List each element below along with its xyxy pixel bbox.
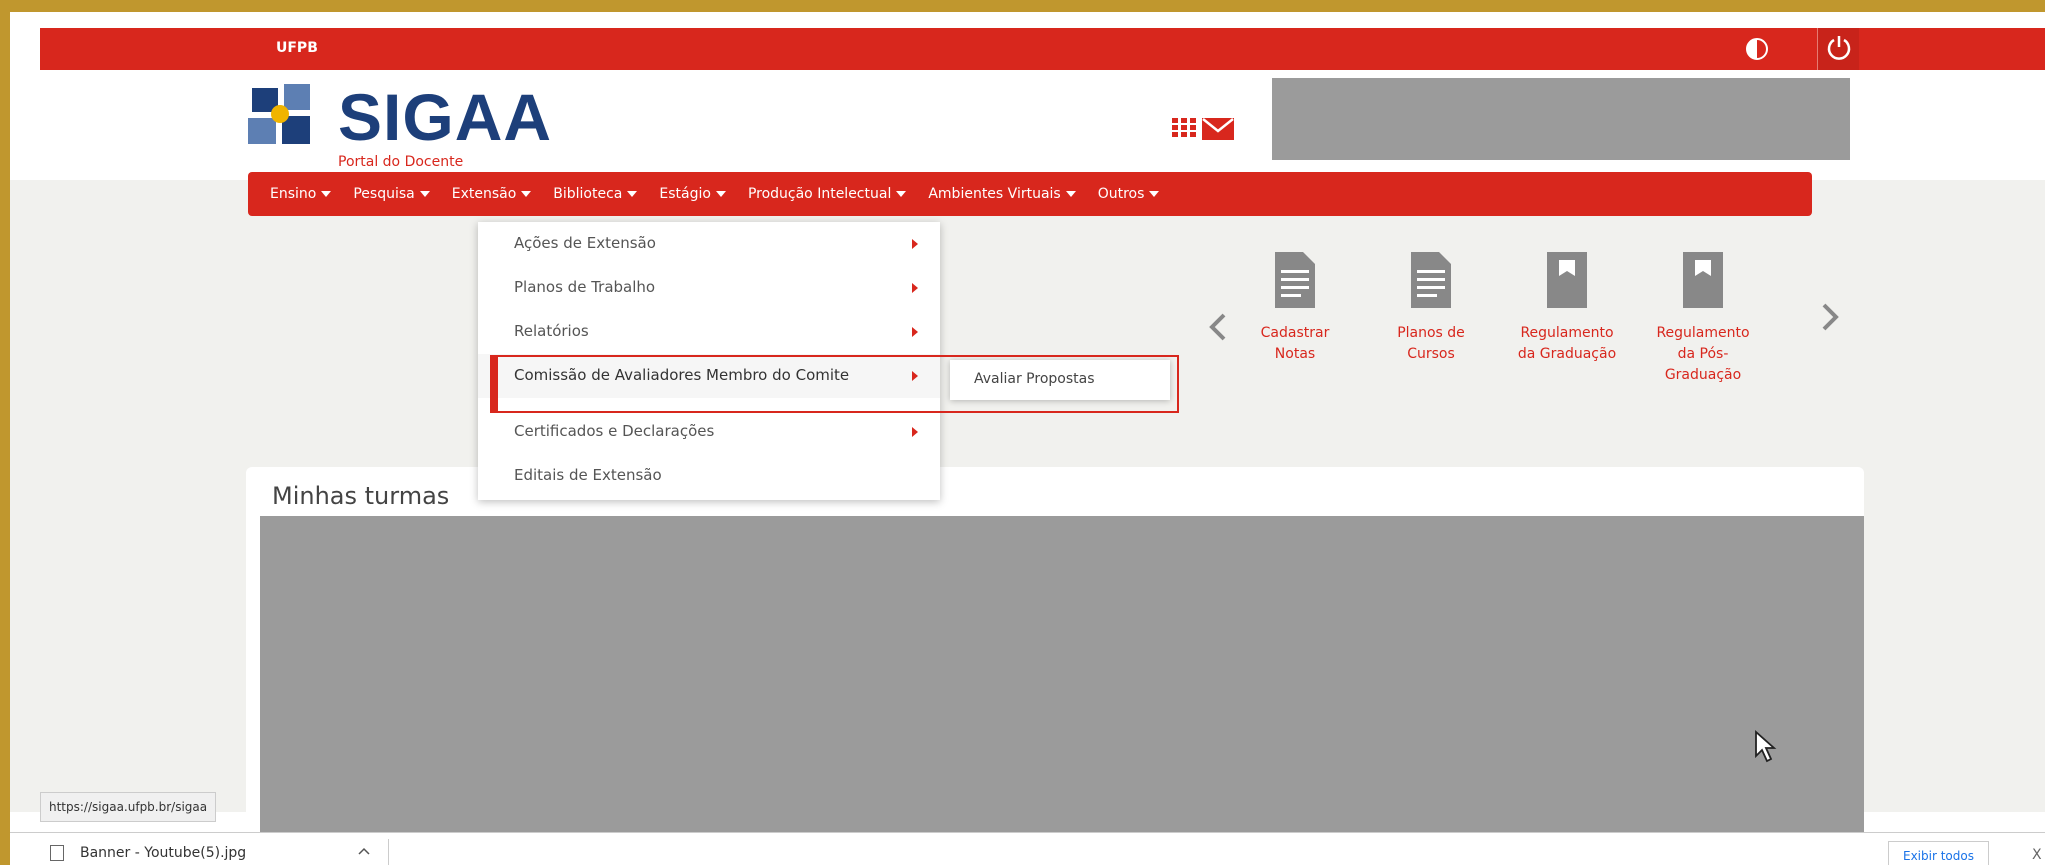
mail-icon[interactable]: [1202, 118, 1234, 140]
dropdown-item-planos-de-trabalho[interactable]: Planos de Trabalho: [478, 266, 940, 310]
browser-viewport: UFPB SIGAA Portal do Docente Ensino Pesq…: [10, 12, 2045, 865]
carousel-next-icon[interactable]: [1820, 302, 1840, 332]
download-item[interactable]: Banner - Youtube(5).jpg: [50, 845, 246, 861]
redacted-turmas-list: [260, 516, 1864, 848]
chevron-up-icon[interactable]: [358, 845, 370, 857]
caret-down-icon: [627, 191, 638, 197]
divider: [388, 839, 389, 865]
sigaa-logo-icon: [248, 84, 310, 144]
dropdown-item-editais-de-extensao[interactable]: Editais de Extensão: [478, 454, 940, 498]
app-logo-text[interactable]: SIGAA: [338, 82, 552, 152]
quick-link-regulamento-pos-graduacao[interactable]: Regulamento da Pós- Graduação: [1638, 252, 1768, 386]
quick-link-regulamento-graduacao[interactable]: Regulamento da Graduação: [1502, 252, 1632, 365]
caret-down-icon: [1149, 191, 1160, 197]
menu-producao-intelectual[interactable]: Produção Intelectual: [748, 186, 907, 202]
institution-label: UFPB: [276, 40, 318, 56]
carousel-prev-icon[interactable]: [1208, 312, 1228, 342]
caret-right-icon: [912, 427, 918, 437]
caret-down-icon: [1065, 191, 1076, 197]
caret-down-icon: [896, 191, 907, 197]
caret-down-icon: [419, 191, 430, 197]
menu-biblioteca[interactable]: Biblioteca: [553, 186, 638, 202]
caret-right-icon: [912, 283, 918, 293]
caret-down-icon: [321, 191, 332, 197]
menu-estagio[interactable]: Estágio: [659, 186, 726, 202]
caret-down-icon: [521, 191, 532, 197]
dropdown-item-relatorios[interactable]: Relatórios: [478, 310, 940, 354]
downloads-bar: Banner - Youtube(5).jpg Exibir todos X: [10, 832, 2045, 865]
menu-outros[interactable]: Outros: [1098, 186, 1160, 202]
menu-pesquisa[interactable]: Pesquisa: [353, 186, 430, 202]
minhas-turmas-title: Minhas turmas: [272, 482, 450, 510]
main-menu: Ensino Pesquisa Extensão Biblioteca Está…: [248, 172, 1812, 216]
power-icon: [1827, 36, 1851, 60]
image-file-icon: [50, 845, 64, 861]
top-bar: UFPB: [40, 28, 2045, 70]
apps-grid-icon[interactable]: [1172, 118, 1196, 138]
caret-right-icon: [912, 239, 918, 249]
caret-right-icon: [912, 327, 918, 337]
book-icon: [1547, 252, 1587, 308]
contrast-toggle-icon[interactable]: [1746, 38, 1768, 60]
dropdown-item-acoes-de-extensao[interactable]: Ações de Extensão: [478, 222, 940, 266]
highlight-annotation: [490, 355, 1179, 413]
close-downloads-button[interactable]: X: [2032, 847, 2042, 863]
quick-link-cadastrar-notas[interactable]: Cadastrar Notas: [1230, 252, 1360, 365]
redacted-user-info: [1272, 78, 1850, 160]
portal-subtitle: Portal do Docente: [338, 154, 464, 170]
caret-down-icon: [715, 191, 726, 197]
menu-ambientes-virtuais[interactable]: Ambientes Virtuais: [928, 186, 1076, 202]
status-bar-url: https://sigaa.ufpb.br/sigaa: [40, 792, 217, 822]
logout-button[interactable]: [1817, 28, 1859, 70]
book-icon: [1683, 252, 1723, 308]
quick-link-planos-de-cursos[interactable]: Planos de Cursos: [1366, 252, 1496, 365]
menu-ensino[interactable]: Ensino: [270, 186, 332, 202]
document-icon: [1275, 252, 1315, 308]
dropdown-item-certificados-e-declaracoes[interactable]: Certificados e Declarações: [478, 410, 940, 454]
document-icon: [1411, 252, 1451, 308]
mouse-cursor-icon: [1755, 730, 1777, 763]
show-all-downloads-button[interactable]: Exibir todos: [1888, 841, 1989, 865]
menu-extensao[interactable]: Extensão: [452, 186, 532, 202]
